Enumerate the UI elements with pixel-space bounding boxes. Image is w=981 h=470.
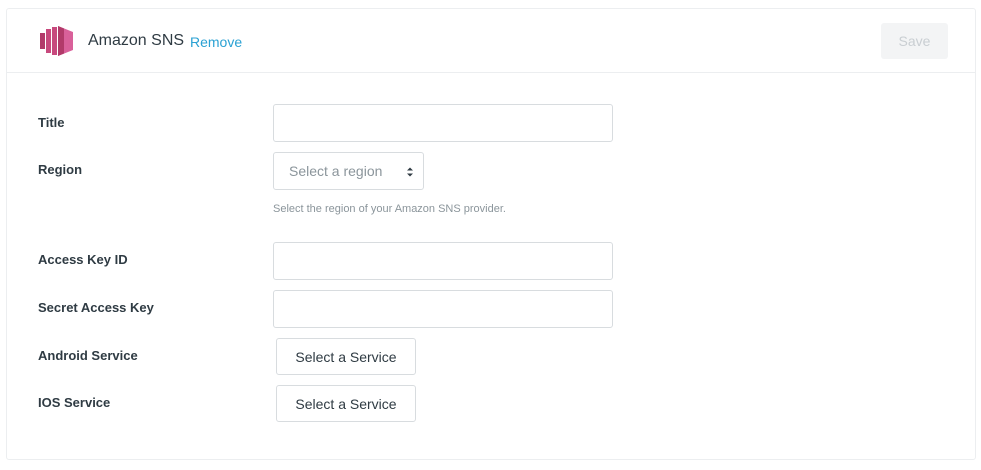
card-header: Amazon SNS Remove Save (7, 9, 975, 73)
title-input[interactable] (273, 104, 613, 142)
android-select-service-button[interactable]: Select a Service (276, 338, 416, 375)
region-help-text: Select the region of your Amazon SNS pro… (273, 203, 506, 215)
provider-card: Amazon SNS Remove Save Title Region Sele… (6, 8, 976, 460)
save-button[interactable]: Save (881, 23, 948, 59)
region-label: Region (38, 162, 83, 177)
android-service-label: Android Service (38, 348, 138, 363)
amazon-sns-logo-icon (40, 25, 74, 57)
ios-service-label: IOS Service (38, 395, 111, 410)
ios-select-service-button[interactable]: Select a Service (276, 385, 416, 422)
access-key-id-label: Access Key ID (38, 252, 128, 267)
provider-name: Amazon SNS (88, 32, 185, 49)
secret-access-key-label: Secret Access Key (38, 300, 154, 315)
access-key-id-input[interactable] (273, 242, 613, 280)
title-label: Title (38, 115, 65, 130)
secret-access-key-input[interactable] (273, 290, 613, 328)
region-select-placeholder: Select a region (289, 163, 383, 179)
remove-link[interactable]: Remove (190, 34, 242, 50)
select-arrows-icon (406, 165, 414, 177)
region-select[interactable]: Select a region (273, 152, 424, 190)
